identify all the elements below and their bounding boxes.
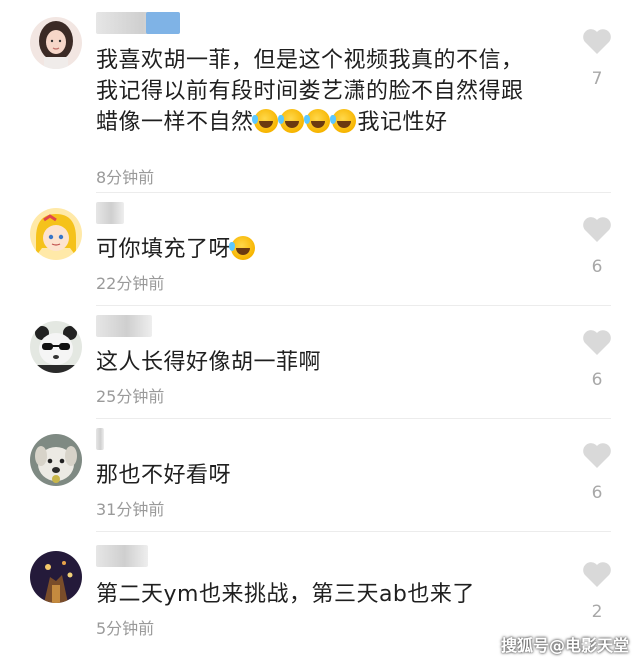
comment-text: 第二天ym也来挑战，第三天ab也来了 bbox=[96, 579, 536, 610]
like-button[interactable]: 6 bbox=[580, 329, 614, 390]
comment-time: 31分钟前 bbox=[96, 500, 165, 519]
laughing-crying-emoji-icon bbox=[251, 109, 278, 133]
username-redacted[interactable] bbox=[96, 545, 148, 567]
like-count: 6 bbox=[591, 483, 603, 503]
comment-item: 可你填充了呀 22分钟前 6 bbox=[0, 192, 641, 306]
heart-icon bbox=[583, 217, 611, 242]
comment-text-part2: 我记性好 bbox=[357, 110, 448, 135]
comment-item: 这人长得好像胡一菲啊 25分钟前 6 bbox=[0, 305, 641, 419]
comment-item: 那也不好看呀 31分钟前 6 bbox=[0, 418, 641, 532]
comment-text-content: 可你填充了呀 bbox=[96, 237, 232, 262]
username-redacted[interactable] bbox=[96, 202, 124, 224]
heart-icon bbox=[583, 562, 611, 587]
user-avatar[interactable] bbox=[30, 17, 82, 69]
comment-text: 这人长得好像胡一菲啊 bbox=[96, 347, 536, 378]
like-button[interactable]: 2 bbox=[580, 561, 614, 622]
heart-icon bbox=[583, 330, 611, 355]
laughing-crying-emoji-icon bbox=[303, 109, 330, 133]
watermark: 搜狐号@电影天堂 bbox=[500, 636, 629, 655]
laughing-crying-emoji-icon bbox=[229, 236, 256, 260]
anime-girl-avatar-icon bbox=[30, 208, 82, 260]
comment-text-content: 这人长得好像胡一菲啊 bbox=[96, 350, 322, 375]
comment-text: 我喜欢胡一菲，但是这个视频我真的不信，我记得以前有段时间娄艺潇的脸不自然得跟蜡像… bbox=[96, 45, 536, 138]
like-button[interactable]: 7 bbox=[580, 28, 614, 89]
dog-avatar-icon bbox=[30, 434, 82, 486]
woman-avatar-icon bbox=[30, 17, 82, 69]
like-count: 6 bbox=[591, 370, 603, 390]
user-avatar[interactable] bbox=[30, 434, 82, 486]
heart-icon bbox=[583, 29, 611, 54]
user-avatar[interactable] bbox=[30, 551, 82, 603]
laughing-crying-emoji-icon bbox=[329, 109, 356, 133]
comment-time: 25分钟前 bbox=[96, 387, 165, 406]
comment-time: 5分钟前 bbox=[96, 619, 155, 638]
comment-time: 8分钟前 bbox=[96, 168, 155, 187]
username-redacted[interactable] bbox=[96, 12, 180, 34]
user-avatar[interactable] bbox=[30, 321, 82, 373]
like-count: 7 bbox=[591, 69, 603, 89]
username-redacted[interactable] bbox=[96, 315, 152, 337]
like-button[interactable]: 6 bbox=[580, 216, 614, 277]
heart-icon bbox=[583, 443, 611, 468]
username-redacted[interactable] bbox=[96, 428, 104, 450]
like-button[interactable]: 6 bbox=[580, 442, 614, 503]
comment-text: 可你填充了呀 bbox=[96, 234, 536, 265]
comment-text-content: 那也不好看呀 bbox=[96, 463, 232, 488]
dark-photo-avatar-icon bbox=[30, 551, 82, 603]
like-count: 6 bbox=[591, 257, 603, 277]
user-avatar[interactable] bbox=[30, 208, 82, 260]
comment-text: 那也不好看呀 bbox=[96, 460, 536, 491]
laughing-crying-emoji-icon bbox=[277, 109, 304, 133]
panda-sunglasses-avatar-icon bbox=[30, 321, 82, 373]
comment-text-content: 第二天ym也来挑战，第三天ab也来了 bbox=[96, 582, 475, 607]
comment-time: 22分钟前 bbox=[96, 274, 165, 293]
comment-item: 我喜欢胡一菲，但是这个视频我真的不信，我记得以前有段时间娄艺潇的脸不自然得跟蜡像… bbox=[0, 0, 641, 193]
like-count: 2 bbox=[591, 602, 603, 622]
